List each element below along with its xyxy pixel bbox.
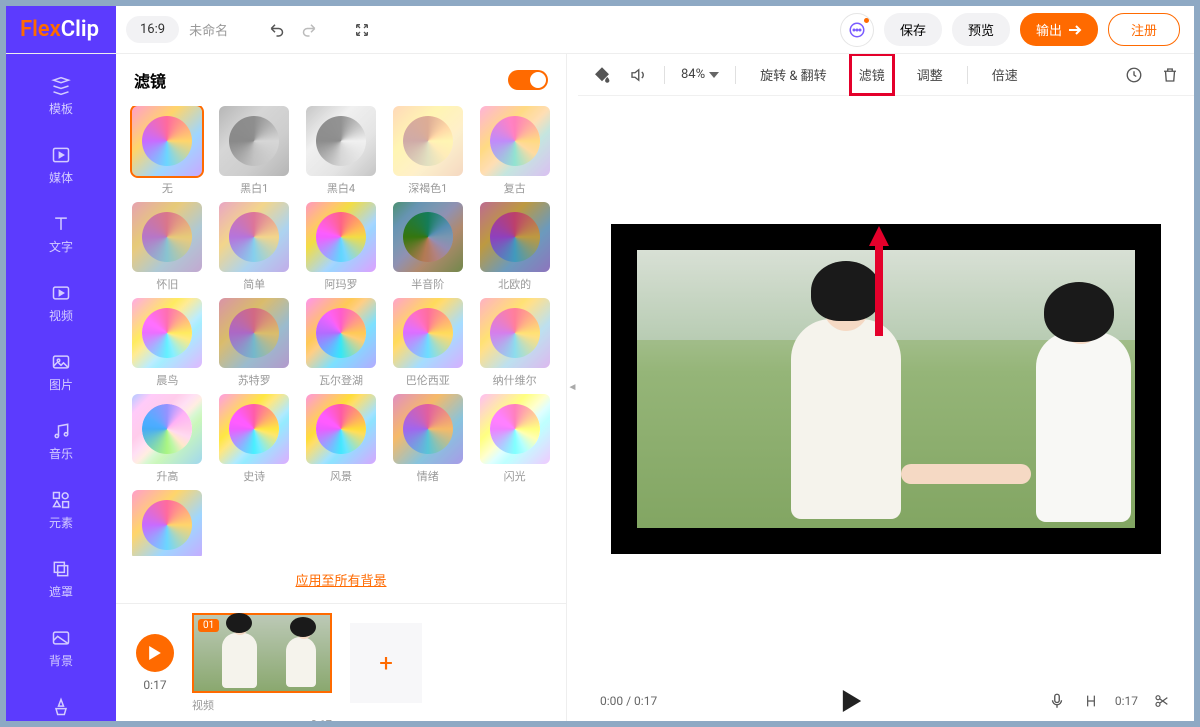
body: 模板 媒体 文字 视频 图片 音乐 元素 遮罩 背景 水印 滤镜 无黑白1黑白4… [6, 54, 1194, 721]
filter-情绪[interactable]: 情绪 [388, 394, 467, 484]
sidebar-item-media[interactable]: 媒体 [6, 131, 116, 200]
apply-all-link[interactable]: 应用至所有背景 [295, 574, 386, 589]
filter-深褐色1[interactable]: 深褐色1 [388, 106, 467, 196]
trim-icon[interactable] [1081, 691, 1101, 711]
timeline-clip[interactable]: 01 [192, 613, 332, 693]
sidebar-item-elements[interactable]: 元素 [6, 476, 116, 545]
collapse-panel-button[interactable]: ◄ [566, 54, 578, 721]
preview-toolbar: 84% 旋转 & 翻转 滤镜 调整 倍速 [578, 54, 1194, 96]
filter-无[interactable]: 无 [128, 106, 207, 196]
filter-史诗[interactable]: 史诗 [215, 394, 294, 484]
logo: FlexClip [6, 6, 116, 53]
zoom-dropdown[interactable]: 84% [681, 67, 719, 82]
tab-adjust[interactable]: 调整 [909, 55, 951, 94]
tab-speed[interactable]: 倍速 [984, 55, 1026, 94]
filter-extra[interactable] [128, 490, 207, 556]
signup-button[interactable]: 注册 [1108, 13, 1180, 46]
trim-duration: 0:17 [1115, 694, 1138, 708]
timeline: 0:17 01 视频 0:17 + [116, 603, 566, 721]
filter-简单[interactable]: 简单 [215, 202, 294, 292]
clip-label: 视频 [192, 697, 332, 713]
sidebar-item-mask[interactable]: 遮罩 [6, 545, 116, 614]
sidebar-item-video[interactable]: 视频 [6, 269, 116, 338]
tab-filter[interactable]: 滤镜 [851, 55, 893, 94]
panel-title: 滤镜 [134, 68, 166, 92]
preview-button[interactable]: 预览 [952, 13, 1010, 46]
play-button[interactable] [842, 691, 862, 711]
add-clip-button[interactable]: + [350, 623, 422, 703]
sidebar-item-music[interactable]: 音乐 [6, 407, 116, 476]
save-button[interactable]: 保存 [884, 13, 942, 46]
filter-半音阶[interactable]: 半音阶 [388, 202, 467, 292]
filter-升高[interactable]: 升高 [128, 394, 207, 484]
sidebar-item-image[interactable]: 图片 [6, 338, 116, 407]
sidebar-item-template[interactable]: 模板 [6, 62, 116, 131]
player-controls: 0:00 / 0:17 0:17 [578, 681, 1194, 721]
fullscreen-icon[interactable] [352, 20, 372, 40]
preview-area: 84% 旋转 & 翻转 滤镜 调整 倍速 [578, 54, 1194, 721]
filter-苏特罗[interactable]: 苏特罗 [215, 298, 294, 388]
filter-怀旧[interactable]: 怀旧 [128, 202, 207, 292]
sidebar-item-text[interactable]: 文字 [6, 200, 116, 269]
undo-icon[interactable] [268, 20, 288, 40]
clip-time: 0:17 [311, 718, 332, 721]
filter-风景[interactable]: 风景 [302, 394, 381, 484]
filter-阿玛罗[interactable]: 阿玛罗 [302, 202, 381, 292]
filter-黑白4[interactable]: 黑白4 [302, 106, 381, 196]
panel-header: 滤镜 [116, 54, 566, 106]
sidebar-item-watermark[interactable]: 水印 [6, 683, 116, 721]
apply-all: 应用至所有背景 [116, 556, 566, 603]
sidebar: 模板 媒体 文字 视频 图片 音乐 元素 遮罩 背景 水印 [6, 54, 116, 721]
paint-bucket-icon[interactable] [592, 65, 612, 85]
filter-黑白1[interactable]: 黑白1 [215, 106, 294, 196]
filter-闪光[interactable]: 闪光 [475, 394, 554, 484]
aspect-ratio[interactable]: 16:9 [126, 16, 179, 43]
filter-晨鸟[interactable]: 晨鸟 [128, 298, 207, 388]
preview-canvas [578, 96, 1194, 681]
filter-复古[interactable]: 复古 [475, 106, 554, 196]
filter-瓦尔登湖[interactable]: 瓦尔登湖 [302, 298, 381, 388]
filter-grid: 无黑白1黑白4深褐色1复古怀旧简单阿玛罗半音阶北欧的晨鸟苏特罗瓦尔登湖巴伦西亚纳… [116, 106, 566, 556]
app-frame: FlexClip 16:9 未命名 保存 预览 输出 注册 模板 媒体 文字 视… [6, 6, 1194, 721]
project-name[interactable]: 未命名 [189, 20, 228, 39]
chat-icon[interactable] [840, 13, 874, 47]
mic-icon[interactable] [1047, 691, 1067, 711]
player-time: 0:00 / 0:17 [600, 694, 657, 708]
timeline-total: 0:17 [143, 678, 166, 692]
clip-badge: 01 [198, 619, 219, 632]
scissors-icon[interactable] [1152, 691, 1172, 711]
tab-rotate-flip[interactable]: 旋转 & 翻转 [752, 55, 835, 94]
filter-纳什维尔[interactable]: 纳什维尔 [475, 298, 554, 388]
export-button[interactable]: 输出 [1020, 13, 1098, 46]
topbar: FlexClip 16:9 未命名 保存 预览 输出 注册 [6, 6, 1194, 54]
sidebar-item-background[interactable]: 背景 [6, 614, 116, 683]
volume-icon[interactable] [628, 65, 648, 85]
timeline-play-button[interactable] [136, 634, 174, 672]
filter-巴伦西亚[interactable]: 巴伦西亚 [388, 298, 467, 388]
filter-北欧的[interactable]: 北欧的 [475, 202, 554, 292]
delete-icon[interactable] [1160, 65, 1180, 85]
filter-panel: 滤镜 无黑白1黑白4深褐色1复古怀旧简单阿玛罗半音阶北欧的晨鸟苏特罗瓦尔登湖巴伦… [116, 54, 566, 721]
redo-icon[interactable] [298, 20, 318, 40]
video-preview[interactable] [611, 224, 1161, 554]
filter-toggle[interactable] [508, 70, 548, 90]
clock-icon[interactable] [1124, 65, 1144, 85]
